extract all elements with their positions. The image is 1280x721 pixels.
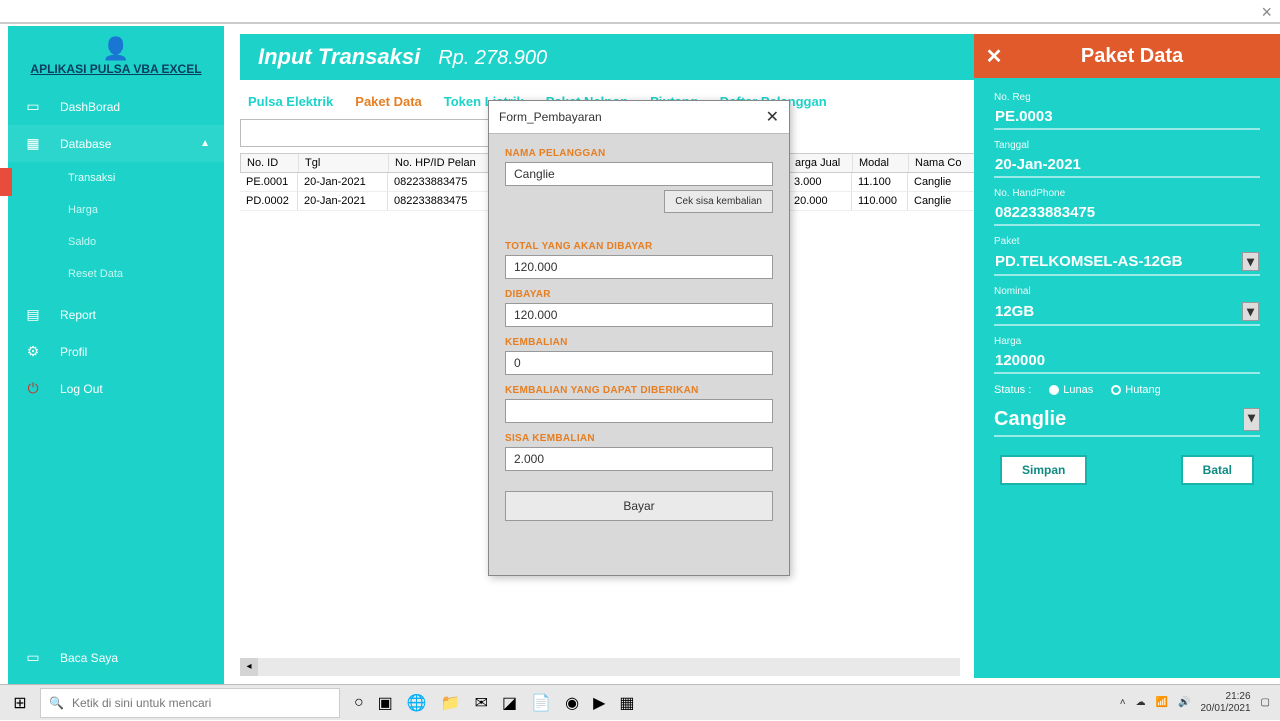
sidebar-label: Database xyxy=(60,137,111,151)
input-dibayar[interactable] xyxy=(505,303,773,327)
lbl-hp: No. HandPhone xyxy=(994,188,1260,199)
player-icon[interactable]: ▶ xyxy=(593,693,605,713)
window-top-border xyxy=(0,22,1280,24)
red-accent-bar xyxy=(0,168,12,196)
batal-button[interactable]: Batal xyxy=(1181,455,1254,485)
right-panel: ✕ Paket Data No. Reg PE.0003 Tanggal 20-Ja… xyxy=(974,34,1280,678)
lbl-paket: Paket xyxy=(994,236,1260,247)
lbl-nominal: Nominal xyxy=(994,286,1260,297)
taskbar: ⊞ 🔍 Ketik di sini untuk mencari ○ ▣ 🌐 📁 … xyxy=(0,684,1280,720)
sidebar-label: DashBorad xyxy=(60,100,120,114)
th-id[interactable]: No. ID xyxy=(241,154,299,172)
lbl-kembalian-dapat: KEMBALIAN YANG DAPAT DIBERIKAN xyxy=(505,385,773,396)
laptop-icon: ▭ xyxy=(22,98,44,115)
panel-close-icon[interactable]: ✕ xyxy=(974,44,1014,69)
search-placeholder: Ketik di sini untuk mencari xyxy=(72,696,211,710)
tab-pulsa[interactable]: Pulsa Elektrik xyxy=(248,94,333,109)
th-tgl[interactable]: Tgl xyxy=(299,154,389,172)
panel-header: ✕ Paket Data xyxy=(974,34,1280,78)
panel-title: Paket Data xyxy=(1014,45,1280,68)
sidebar-item-transaksi[interactable]: Transaksi xyxy=(8,162,224,194)
scroll-left-icon[interactable]: ◂ xyxy=(240,658,258,676)
lbl-kembalian: KEMBALIAN xyxy=(505,337,773,348)
select-customer[interactable]: Canglie xyxy=(994,404,1260,437)
input-total[interactable] xyxy=(505,255,773,279)
th-nama[interactable]: Nama Co xyxy=(909,154,979,172)
lbl-nama-pelanggan: NAMA PELANGGAN xyxy=(505,148,773,159)
modal-title-text: Form_Pembayaran xyxy=(499,110,602,124)
lbl-tanggal: Tanggal xyxy=(994,140,1260,151)
logo-person-icon: 👤 xyxy=(8,36,224,62)
sidebar-item-dashboard[interactable]: ▭ DashBorad xyxy=(8,88,224,125)
bayar-button[interactable]: Bayar xyxy=(505,491,773,521)
select-nominal[interactable]: 12GB xyxy=(994,299,1260,326)
select-paket[interactable]: PD.TELKOMSEL-AS-12GB xyxy=(994,249,1260,276)
val-tanggal[interactable]: 20-Jan-2021 xyxy=(994,153,1260,178)
status-row: Status : Lunas Hutang xyxy=(994,384,1260,396)
volume-icon[interactable]: 🔊 xyxy=(1178,697,1190,708)
power-icon: ⏻ xyxy=(22,380,44,397)
lbl-reg: No. Reg xyxy=(994,92,1260,103)
input-kembalian[interactable] xyxy=(505,351,773,375)
horizontal-scrollbar[interactable]: ◂ xyxy=(240,658,960,676)
sidebar-item-baca[interactable]: ▭ Baca Saya xyxy=(8,639,224,676)
search-icon: 🔍 xyxy=(49,696,64,710)
app-icon[interactable]: ◪ xyxy=(502,693,517,713)
laptop-icon: ▭ xyxy=(22,649,44,666)
radio-hutang[interactable]: Hutang xyxy=(1111,384,1160,396)
app-logo: 👤 APLIKASI PULSA VBA EXCEL xyxy=(8,26,224,82)
gear-icon: ⚙ xyxy=(22,343,44,360)
database-icon: ▦ xyxy=(22,135,44,152)
notepad-icon[interactable]: 📄 xyxy=(531,693,551,713)
sidebar-item-logout[interactable]: ⏻ Log Out xyxy=(8,370,224,407)
sidebar-item-saldo[interactable]: Saldo xyxy=(8,226,224,258)
sidebar-item-harga[interactable]: Harga xyxy=(8,194,224,226)
sidebar-item-database[interactable]: ▦ Database xyxy=(8,125,224,162)
cortana-icon[interactable]: ○ xyxy=(354,694,364,712)
val-harga[interactable]: 120000 xyxy=(994,349,1260,374)
notifications-icon[interactable]: ▢ xyxy=(1261,697,1270,708)
radio-lunas[interactable]: Lunas xyxy=(1049,384,1093,396)
lbl-dibayar: DIBAYAR xyxy=(505,289,773,300)
simpan-button[interactable]: Simpan xyxy=(1000,455,1087,485)
input-kembalian-dapat[interactable] xyxy=(505,399,773,423)
sidebar: 👤 APLIKASI PULSA VBA EXCEL ▭ DashBorad ▦… xyxy=(8,26,224,688)
lbl-sisa: SISA KEMBALIAN xyxy=(505,433,773,444)
sidebar-item-profil[interactable]: ⚙ Profil xyxy=(8,333,224,370)
taskview-icon[interactable]: ▣ xyxy=(378,693,393,713)
app-title: APLIKASI PULSA VBA EXCEL xyxy=(8,62,224,76)
sidebar-item-report[interactable]: ▤ Report xyxy=(8,296,224,333)
wifi-icon[interactable]: 📶 xyxy=(1156,697,1168,708)
modal-close-icon[interactable]: ✕ xyxy=(766,107,779,127)
tab-paket-data[interactable]: Paket Data xyxy=(355,94,421,109)
chrome-icon[interactable]: ◉ xyxy=(565,693,579,713)
window-close-icon[interactable]: × xyxy=(1261,2,1272,23)
payment-modal: Form_Pembayaran ✕ NAMA PELANGGAN Cek sis… xyxy=(488,100,790,576)
page-title: Input Transaksi xyxy=(258,44,420,70)
tray-chevron-icon[interactable]: ˄ xyxy=(1120,697,1126,708)
input-nama[interactable] xyxy=(505,162,773,186)
report-icon: ▤ xyxy=(22,306,44,323)
onedrive-icon[interactable]: ☁ xyxy=(1136,697,1146,708)
th-harga-jual[interactable]: arga Jual xyxy=(789,154,853,172)
lbl-total: TOTAL YANG AKAN DIBAYAR xyxy=(505,241,773,252)
modal-titlebar[interactable]: Form_Pembayaran ✕ xyxy=(489,101,789,134)
header-amount: Rp. 278.900 xyxy=(438,47,547,70)
th-modal[interactable]: Modal xyxy=(853,154,909,172)
edge-icon[interactable]: 🌐 xyxy=(407,693,427,713)
start-button[interactable]: ⊞ xyxy=(0,685,40,721)
lbl-harga: Harga xyxy=(994,336,1260,347)
val-hp[interactable]: 082233883475 xyxy=(994,201,1260,226)
app2-icon[interactable]: ▦ xyxy=(619,693,634,713)
input-sisa[interactable] xyxy=(505,447,773,471)
mail-icon[interactable]: ✉ xyxy=(475,693,488,713)
lbl-status: Status : xyxy=(994,384,1031,396)
taskbar-clock[interactable]: 21:26 20/01/2021 xyxy=(1200,691,1250,715)
explorer-icon[interactable]: 📁 xyxy=(441,693,461,713)
taskbar-search[interactable]: 🔍 Ketik di sini untuk mencari xyxy=(40,688,340,718)
sidebar-item-reset[interactable]: Reset Data xyxy=(8,258,224,290)
val-reg: PE.0003 xyxy=(994,105,1260,130)
cek-sisa-button[interactable]: Cek sisa kembalian xyxy=(664,190,773,213)
